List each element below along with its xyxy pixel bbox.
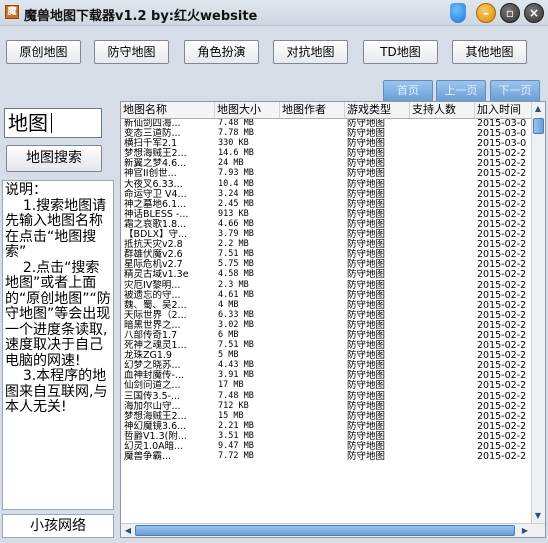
category-original-button[interactable]: 原创地图: [6, 40, 81, 64]
map-table[interactable]: 地图名称 地图大小 地图作者 游戏类型 支持人数 加入时间 新仙剑四海... 7.…: [120, 101, 546, 538]
table-row[interactable]: 魔兽争霸... 7.72 MB 防守地图 2015-02-2: [121, 451, 531, 463]
column-header-players[interactable]: 支持人数: [410, 102, 475, 118]
cell-type: 防守地图: [347, 451, 386, 463]
column-header-size[interactable]: 地图大小: [215, 102, 280, 118]
app-icon: 魔: [5, 5, 19, 19]
scroll-left-icon[interactable]: ◀: [122, 525, 134, 537]
cell-size: 7.72 MB: [218, 451, 254, 462]
horizontal-scroll-thumb[interactable]: [135, 525, 515, 536]
skin-button[interactable]: [450, 3, 466, 23]
category-other-button[interactable]: 其他地图: [452, 40, 527, 64]
category-defense-button[interactable]: 防守地图: [94, 40, 169, 64]
column-header-type[interactable]: 游戏类型: [345, 102, 410, 118]
next-page-button[interactable]: 下一页: [490, 80, 540, 102]
category-versus-button[interactable]: 对抗地图: [273, 40, 348, 64]
search-button[interactable]: 地图搜索: [6, 145, 102, 172]
scroll-right-icon[interactable]: ▶: [519, 525, 531, 537]
cell-time: 2015-02-2: [477, 451, 527, 463]
category-rpg-button[interactable]: 角色扮演: [184, 40, 259, 64]
minimize-button[interactable]: –: [476, 3, 496, 23]
first-page-button[interactable]: 首页: [383, 80, 433, 102]
cell-name: 魔兽争霸...: [124, 451, 172, 463]
help-text: 说明： 1.搜索地图请先输入地图名称在点击“地图搜索” 2.点击“搜索地图”或者…: [5, 182, 111, 415]
table-header: 地图名称 地图大小 地图作者 游戏类型 支持人数 加入时间: [121, 102, 531, 119]
vertical-scrollbar[interactable]: ▲ ▼: [531, 102, 545, 523]
category-td-button[interactable]: TD地图: [363, 40, 438, 64]
footer-label: 小孩网络: [2, 514, 114, 538]
title-bar: 魔 魔兽地图下载器v1.2 by:红火website – ▫ ×: [0, 0, 548, 26]
column-header-name[interactable]: 地图名称: [121, 102, 215, 118]
horizontal-scrollbar[interactable]: ◀ ▶: [121, 523, 545, 537]
search-input[interactable]: 地图: [4, 108, 102, 138]
scroll-down-icon[interactable]: ▼: [532, 510, 544, 522]
table-body: 新仙剑四海... 7.48 MB 防守地图 2015-03-0 变态三道防... 7.78…: [121, 119, 531, 523]
prev-page-button[interactable]: 上一页: [436, 80, 486, 102]
help-panel: 说明： 1.搜索地图请先输入地图名称在点击“地图搜索” 2.点击“搜索地图”或者…: [2, 180, 114, 510]
vertical-scroll-thumb[interactable]: [533, 118, 544, 134]
column-header-author[interactable]: 地图作者: [280, 102, 345, 118]
column-header-time[interactable]: 加入时间: [475, 102, 531, 118]
close-button[interactable]: ×: [524, 3, 544, 23]
maximize-button[interactable]: ▫: [500, 3, 520, 23]
window-title: 魔兽地图下载器v1.2 by:红火website: [24, 9, 258, 24]
scroll-up-icon[interactable]: ▲: [532, 103, 544, 115]
